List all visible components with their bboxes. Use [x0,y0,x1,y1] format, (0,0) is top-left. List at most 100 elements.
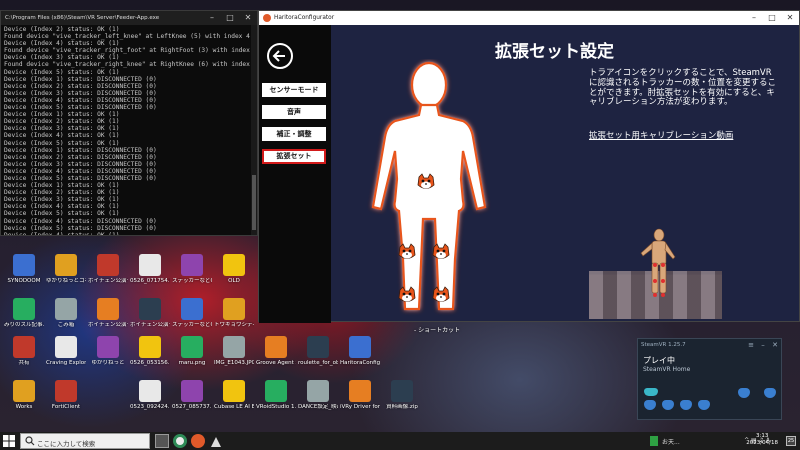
desktop-icon[interactable]: roulette_for_obs... [298,336,338,367]
weather-icon[interactable] [650,436,658,446]
nav-extension-set-button[interactable]: 拡張セット [262,149,326,164]
console-scrollbar[interactable] [251,25,257,235]
desktop-icon-label: 0527_085737.PJT [172,404,212,410]
minimize-icon[interactable]: – [757,339,769,351]
desktop-icon[interactable]: ステッカーなどOpening(旧).pdf [172,298,212,329]
desktop-icon[interactable]: トウキョウシティ [214,298,254,329]
desktop-icon[interactable]: Groove Agent SE 5 [256,336,296,367]
minimize-icon[interactable]: – [203,11,221,25]
chrome-icon[interactable] [173,434,187,448]
desktop-icon[interactable]: 資料画像.zip [382,380,422,411]
console-line: Device (Index 2) status: OK (1) [4,189,120,197]
desktop-icon[interactable]: 0523_092424.PJT [130,380,170,411]
desktop-icon[interactable]: HaritoraConfigu... [340,336,380,367]
minimize-icon[interactable]: – [745,11,763,25]
file-icon [97,298,119,320]
steamvr-titlebar[interactable]: SteamVR 1.25.7 ≡ – ✕ [638,339,781,351]
tiger-tracker-icon[interactable] [397,243,417,261]
haritora-app-icon[interactable] [191,434,205,448]
configurator-window[interactable]: HaritoraConfigurator – □ ✕ センサーモード 音声 補正… [258,10,800,323]
desktop-icon[interactable]: ごみ箱 [46,298,86,329]
taskbar-clock[interactable]: 3:13 2023/04/18 [746,433,778,447]
desktop-icon-label: VRoidStudio 1.20.2 [256,404,296,410]
desktop-icon[interactable]: ステッカーなどOPENING.mkv [172,254,212,285]
desktop-icon[interactable]: maru.png [172,336,212,367]
desktop-icon[interactable]: ボイチェン公演テンプレ.pptx [130,298,170,329]
desktop-icon[interactable]: SYNODOOM [4,254,44,285]
console-line: Device (Index 5) status: DISCONNECTED (0… [4,174,157,182]
menu-icon[interactable]: ≡ [745,339,757,351]
maximize-icon[interactable]: □ [763,11,781,25]
desktop-icon[interactable]: iVRy Driver for SteamVR [340,380,380,411]
desktop-icon-label: ゆかりねっとコネクタ Neo [46,278,86,284]
tiger-tracker-icon[interactable] [431,243,451,261]
nav-audio-button[interactable]: 音声 [262,105,326,119]
file-icon [181,336,203,358]
tiger-tracker-icon[interactable] [397,286,417,304]
desktop-icon[interactable]: FortiClient [46,380,86,411]
desktop-icon[interactable]: 0526_053156.PJT [130,336,170,367]
desktop-icon[interactable]: DANCE設定_映画.png [298,380,338,411]
desktop-icon[interactable]: IMG_E1043.JPG [214,336,254,367]
windows-start-icon[interactable] [3,435,15,447]
desktop-icon[interactable]: Cubase LE AI Elements 12 [214,380,254,411]
file-icon [307,336,329,358]
steamvr-window[interactable]: SteamVR 1.25.7 ≡ – ✕ プレイ中 SteamVR Home [637,338,782,420]
configurator-titlebar[interactable]: HaritoraConfigurator – □ ✕ [259,11,799,25]
console-line: Device (Index 3) status: DISCONNECTED (0… [4,160,157,168]
desktop-icon[interactable]: VRoidStudio 1.20.2 [256,380,296,411]
console-line: Device (Index 4) status: OK (1) [4,232,254,235]
clock-date: 2023/04/18 [746,440,778,446]
desktop-icon[interactable]: Craving Explorer [46,336,86,367]
close-icon[interactable]: ✕ [239,11,257,25]
desktop-icon[interactable]: ゆかりねっとコネクタ Neo [46,254,86,285]
back-arrow-icon [272,50,285,62]
desktop-icon-label: ステッカーなどOPENING.mkv [172,278,212,284]
task-view-icon[interactable] [155,434,169,448]
console-line: Device (Index 1) status: OK (1) [4,182,120,190]
tray-label[interactable]: お天... [662,437,680,446]
nav-calibration-adjust-button[interactable]: 補正・調整 [262,127,326,141]
console-window[interactable]: C:\Program Files (x86)\Steam\VR Server\F… [0,10,258,236]
tracker-icon [764,388,776,398]
tiger-tracker-icon[interactable] [416,173,436,191]
back-button[interactable] [267,43,293,69]
desktop-icon[interactable]: 0526_071754.PJT [130,254,170,285]
console-line: Device (Index 1) status: OK (1) [4,111,120,119]
desktop-icon[interactable]: みりのスル記事.txt [4,298,44,329]
desktop-icon-label: Groove Agent SE 5 [256,360,296,366]
close-icon[interactable]: ✕ [781,11,799,25]
tiger-tracker-icon[interactable] [431,286,451,304]
desktop-icon[interactable]: ボイチェン公演テンプレ.pptx [88,254,128,285]
desktop-icon[interactable]: 共有 [4,336,44,367]
file-icon [13,254,35,276]
close-icon[interactable]: ✕ [769,339,781,351]
taskbar-search-box[interactable]: ここに入力して検索 [20,433,150,449]
desktop-icon-label: 0523_092424.PJT [130,404,170,410]
nav-sensor-mode-button[interactable]: センサーモード [262,83,326,97]
desktop-icon-label: ボイチェン公演テンプレ.pptx [130,322,170,328]
console-titlebar[interactable]: C:\Program Files (x86)\Steam\VR Server\F… [1,11,257,25]
console-line: Found device "vive_tracker_left_knee" at… [4,33,250,41]
notification-badge[interactable]: 25 [786,436,796,446]
desktop-icon-label: 0526_071754.PJT [130,278,170,284]
page-title: 拡張セット設定 [495,42,614,62]
steamvr-app-icon[interactable] [209,434,223,448]
file-icon [139,380,161,402]
desktop-icon[interactable]: ボイチェン公演テンプレ [88,298,128,329]
desktop-icon[interactable]: ゆかりねっと [88,336,128,367]
desktop-icon[interactable]: Works [4,380,44,411]
console-line: Device (Index 2) status: OK (1) [4,26,120,33]
file-icon [13,380,35,402]
calibration-video-link[interactable]: 拡張セット用キャリブレーション動画 [589,129,733,141]
headset-icon [644,388,658,396]
file-icon [391,380,413,402]
file-icon [55,336,77,358]
console-scroll-thumb[interactable] [252,175,256,230]
file-icon [139,298,161,320]
tracker-icon [662,400,674,410]
desktop-icon[interactable]: OLD [214,254,254,285]
desktop-icon[interactable]: 0527_085737.PJT [172,380,212,411]
maximize-icon[interactable]: □ [221,11,239,25]
file-icon [13,298,35,320]
